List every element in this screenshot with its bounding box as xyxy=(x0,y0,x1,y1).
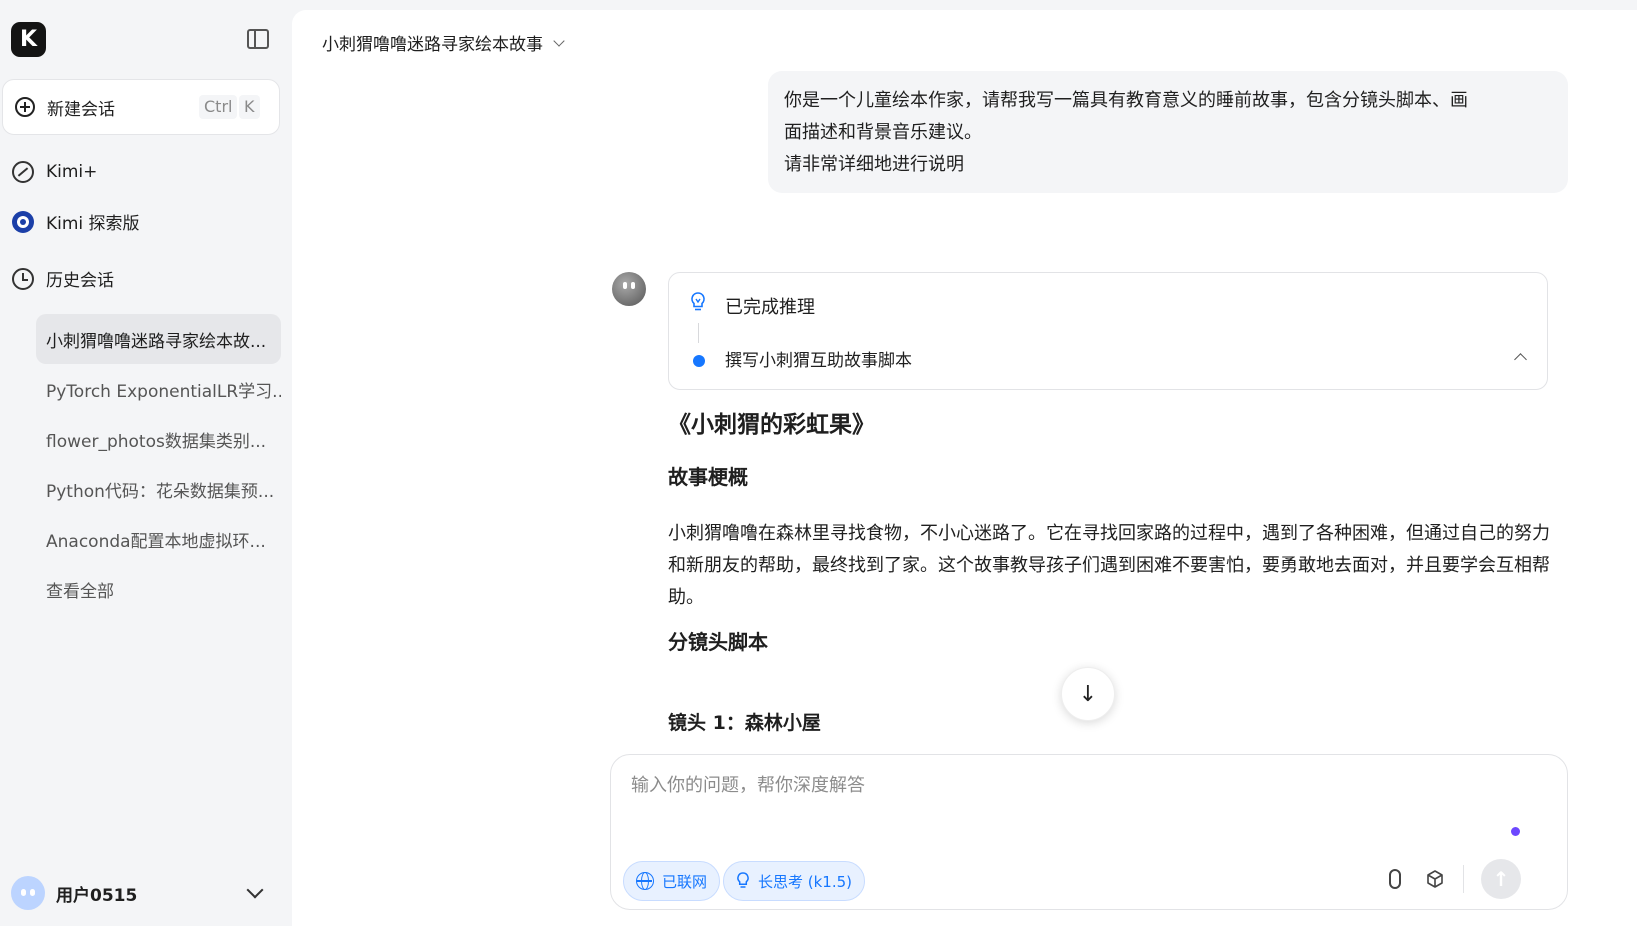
chat-panel: 小刺猬噜噜迷路寻家绘本故事 你是一个儿童绘本作家，请帮我写一篇具有教育意义的睡前… xyxy=(292,10,1637,926)
view-all-history-link[interactable]: 查看全部 xyxy=(36,564,281,614)
summary-heading: 故事梗概 xyxy=(668,465,748,489)
user-message-line: 面描述和背景音乐建议。 xyxy=(784,122,982,143)
sidebar-item-label: Kimi+ xyxy=(46,162,98,182)
history-item[interactable]: PyTorch ExponentialLR学习... xyxy=(36,364,281,414)
globe-icon xyxy=(636,872,654,890)
lightbulb-icon xyxy=(691,292,705,311)
cube-icon[interactable] xyxy=(1425,869,1445,889)
kimi-logo[interactable]: K xyxy=(11,22,46,57)
clock-icon xyxy=(12,267,34,290)
avatar xyxy=(11,876,45,910)
history-item[interactable]: Python代码：花朵数据集预... xyxy=(36,464,281,514)
reasoning-step: 撰写小刺猬互助故事脚本 xyxy=(725,351,912,371)
step-dot-icon xyxy=(693,355,705,367)
shortcut-ctrl: Ctrl xyxy=(199,95,238,119)
script-heading: 分镜头脚本 xyxy=(668,630,768,654)
sidebar-item-history[interactable]: 历史会话 xyxy=(12,266,114,291)
reasoning-title: 已完成推理 xyxy=(725,297,815,318)
reasoning-panel[interactable]: 已完成推理 撰写小刺猬互助故事脚本 xyxy=(668,272,1548,390)
user-message-line: 你是一个儿童绘本作家，请帮我写一篇具有教育意义的睡前故事，包含分镜头脚本、画 xyxy=(784,90,1468,111)
arrow-down-icon: ↓ xyxy=(1078,681,1098,707)
answer-title: 《小刺猬的彩虹果》 xyxy=(668,412,875,438)
arrow-up-icon: ↑ xyxy=(1492,867,1510,891)
user-message-line: 请非常详细地进行说明 xyxy=(784,154,964,175)
shortcut-key: K xyxy=(239,95,260,119)
toolbar-divider xyxy=(1463,865,1464,893)
history-item[interactable]: flower_photos数据集类别... xyxy=(36,414,281,464)
sidebar-item-explore[interactable]: Kimi 探索版 xyxy=(12,209,140,234)
history-item[interactable]: Anaconda配置本地虚拟环... xyxy=(36,514,281,564)
sidebar-item-label: 历史会话 xyxy=(46,271,114,291)
new-chat-label: 新建会话 xyxy=(47,99,115,120)
history-item[interactable]: 小刺猬噜噜迷路寻家绘本故... xyxy=(36,314,281,364)
chat-input-box: 已联网 长思考 (k1.5) ↑ xyxy=(610,754,1568,910)
sidebar: K 新建会话 Ctrl K Kimi+ Kimi 探索版 历史会话 小刺猬噜噜迷… xyxy=(0,0,292,926)
long-think-label: 长思考 (k1.5) xyxy=(758,872,853,891)
user-message-bubble: 你是一个儿童绘本作家，请帮我写一篇具有教育意义的睡前故事，包含分镜头脚本、画 面… xyxy=(768,71,1568,193)
scroll-to-bottom-button[interactable]: ↓ xyxy=(1061,667,1115,721)
explore-icon xyxy=(12,210,34,233)
chevron-up-icon[interactable] xyxy=(1514,353,1527,366)
timeline-line xyxy=(698,323,699,343)
conversation-title: 小刺猬噜噜迷路寻家绘本故事 xyxy=(322,35,543,55)
long-think-toggle[interactable]: 长思考 (k1.5) xyxy=(723,861,866,901)
assistant-avatar xyxy=(612,272,646,306)
web-search-toggle[interactable]: 已联网 xyxy=(623,861,721,901)
sidebar-item-kimi-plus[interactable]: Kimi+ xyxy=(12,161,97,183)
sidebar-item-label: Kimi 探索版 xyxy=(46,214,140,234)
conversation-title-dropdown[interactable]: 小刺猬噜噜迷路寻家绘本故事 xyxy=(322,30,565,55)
collapse-sidebar-icon[interactable] xyxy=(247,29,269,49)
summary-text: 小刺猬噜噜在森林里寻找食物，不小心迷路了。它在寻找回家路的过程中，遇到了各种困难… xyxy=(668,523,1550,608)
chat-input[interactable] xyxy=(631,771,1511,831)
lightbulb-icon xyxy=(737,872,749,888)
chevron-down-icon xyxy=(246,881,264,899)
user-menu[interactable]: 用户0515 xyxy=(11,874,271,912)
user-name: 用户0515 xyxy=(56,885,138,906)
web-search-label: 已联网 xyxy=(662,872,708,891)
status-dot-icon xyxy=(1511,827,1520,836)
send-button[interactable]: ↑ xyxy=(1481,859,1521,899)
kimi-plus-icon xyxy=(12,161,34,183)
chevron-down-icon xyxy=(553,34,565,47)
attachment-icon[interactable] xyxy=(1389,869,1401,889)
new-chat-button[interactable]: 新建会话 Ctrl K xyxy=(2,79,280,135)
plus-circle-icon xyxy=(15,97,35,117)
shot-heading: 镜头 1：森林小屋 xyxy=(668,712,821,734)
